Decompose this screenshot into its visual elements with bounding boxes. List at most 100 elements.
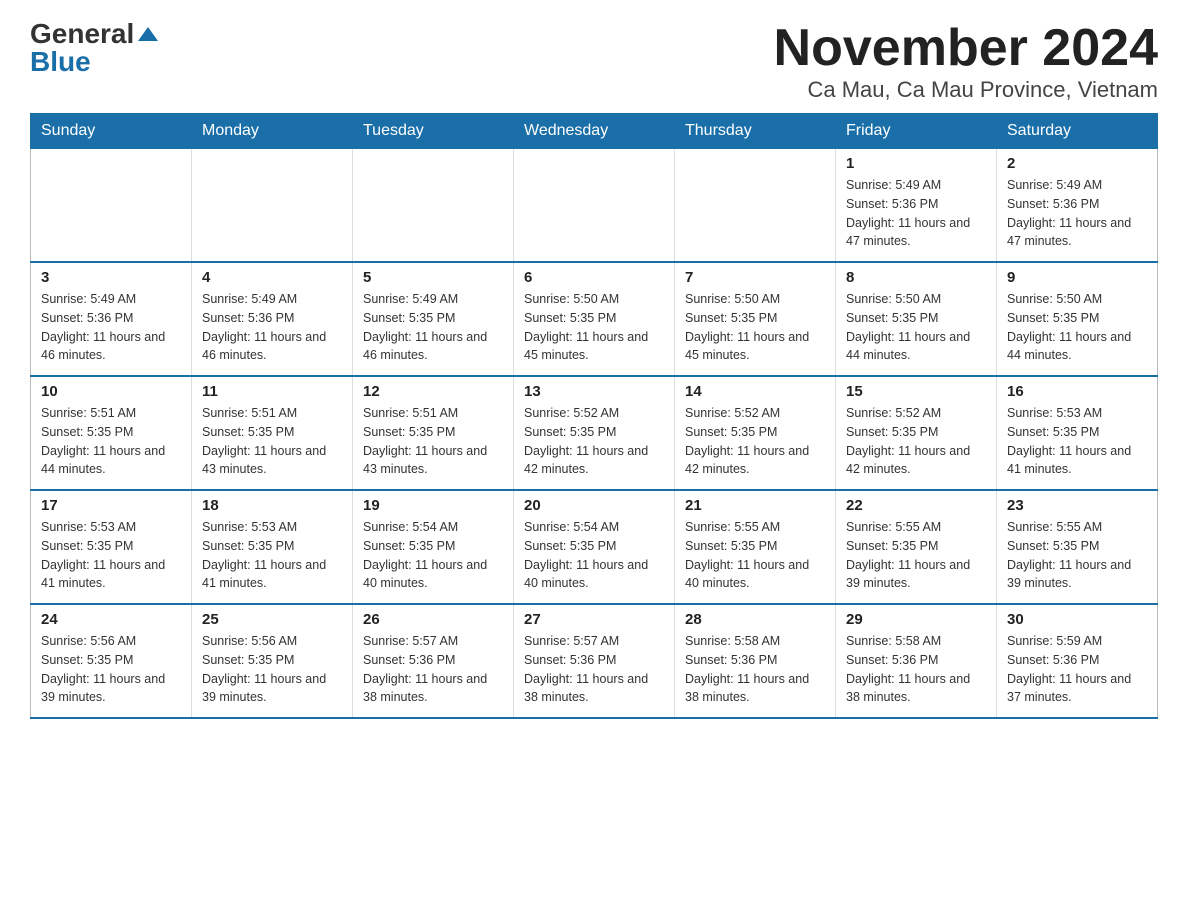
day-info: Sunrise: 5:51 AM Sunset: 5:35 PM Dayligh… xyxy=(202,404,342,479)
calendar-day-cell: 1 Sunrise: 5:49 AM Sunset: 5:36 PM Daylig… xyxy=(836,149,997,263)
day-info: Sunrise: 5:49 AM Sunset: 5:36 PM Dayligh… xyxy=(846,176,986,251)
day-of-week-header: Tuesday xyxy=(353,114,514,149)
day-number: 28 xyxy=(685,611,825,628)
calendar-week-row: 24 Sunrise: 5:56 AM Sunset: 5:35 PM Dayli… xyxy=(31,604,1158,718)
calendar-week-row: 3 Sunrise: 5:49 AM Sunset: 5:36 PM Daylig… xyxy=(31,262,1158,376)
calendar-day-cell: 11 Sunrise: 5:51 AM Sunset: 5:35 PM Dayli… xyxy=(192,376,353,490)
day-number: 15 xyxy=(846,383,986,400)
day-info: Sunrise: 5:53 AM Sunset: 5:35 PM Dayligh… xyxy=(41,518,181,593)
calendar-header: SundayMondayTuesdayWednesdayThursdayFrid… xyxy=(31,114,1158,149)
day-info: Sunrise: 5:57 AM Sunset: 5:36 PM Dayligh… xyxy=(363,632,503,707)
calendar-day-cell: 18 Sunrise: 5:53 AM Sunset: 5:35 PM Dayli… xyxy=(192,490,353,604)
day-number: 10 xyxy=(41,383,181,400)
page-header: General Blue November 2024 Ca Mau, Ca Ma… xyxy=(30,20,1158,103)
day-number: 21 xyxy=(685,497,825,514)
day-number: 29 xyxy=(846,611,986,628)
day-info: Sunrise: 5:50 AM Sunset: 5:35 PM Dayligh… xyxy=(524,290,664,365)
day-number: 26 xyxy=(363,611,503,628)
calendar-day-cell: 8 Sunrise: 5:50 AM Sunset: 5:35 PM Daylig… xyxy=(836,262,997,376)
calendar-day-cell: 20 Sunrise: 5:54 AM Sunset: 5:35 PM Dayli… xyxy=(514,490,675,604)
day-number: 3 xyxy=(41,269,181,286)
day-info: Sunrise: 5:52 AM Sunset: 5:35 PM Dayligh… xyxy=(846,404,986,479)
day-info: Sunrise: 5:49 AM Sunset: 5:36 PM Dayligh… xyxy=(202,290,342,365)
day-info: Sunrise: 5:51 AM Sunset: 5:35 PM Dayligh… xyxy=(41,404,181,479)
calendar-day-cell xyxy=(192,149,353,263)
calendar-day-cell xyxy=(675,149,836,263)
calendar-day-cell xyxy=(31,149,192,263)
calendar-day-cell: 29 Sunrise: 5:58 AM Sunset: 5:36 PM Dayli… xyxy=(836,604,997,718)
day-number: 19 xyxy=(363,497,503,514)
calendar-day-cell: 24 Sunrise: 5:56 AM Sunset: 5:35 PM Dayli… xyxy=(31,604,192,718)
calendar-body: 1 Sunrise: 5:49 AM Sunset: 5:36 PM Daylig… xyxy=(31,149,1158,719)
day-number: 27 xyxy=(524,611,664,628)
calendar-day-cell: 4 Sunrise: 5:49 AM Sunset: 5:36 PM Daylig… xyxy=(192,262,353,376)
calendar-day-cell: 9 Sunrise: 5:50 AM Sunset: 5:35 PM Daylig… xyxy=(997,262,1158,376)
calendar-day-cell: 16Sunrise: 5:53 AM Sunset: 5:35 PM Dayli… xyxy=(997,376,1158,490)
day-info: Sunrise: 5:56 AM Sunset: 5:35 PM Dayligh… xyxy=(41,632,181,707)
calendar-day-cell: 10 Sunrise: 5:51 AM Sunset: 5:35 PM Dayli… xyxy=(31,376,192,490)
day-info: Sunrise: 5:54 AM Sunset: 5:35 PM Dayligh… xyxy=(524,518,664,593)
title-block: November 2024 Ca Mau, Ca Mau Province, V… xyxy=(774,20,1158,103)
day-info: Sunrise: 5:51 AM Sunset: 5:35 PM Dayligh… xyxy=(363,404,503,479)
day-number: 5 xyxy=(363,269,503,286)
day-info: Sunrise: 5:50 AM Sunset: 5:35 PM Dayligh… xyxy=(685,290,825,365)
day-info: Sunrise: 5:50 AM Sunset: 5:35 PM Dayligh… xyxy=(1007,290,1147,365)
calendar-day-cell: 13 Sunrise: 5:52 AM Sunset: 5:35 PM Dayli… xyxy=(514,376,675,490)
day-of-week-header: Monday xyxy=(192,114,353,149)
day-number: 24 xyxy=(41,611,181,628)
logo: General Blue xyxy=(30,20,158,76)
calendar-day-cell: 7Sunrise: 5:50 AM Sunset: 5:35 PM Daylig… xyxy=(675,262,836,376)
calendar-week-row: 1 Sunrise: 5:49 AM Sunset: 5:36 PM Daylig… xyxy=(31,149,1158,263)
day-number: 11 xyxy=(202,383,342,400)
day-info: Sunrise: 5:55 AM Sunset: 5:35 PM Dayligh… xyxy=(1007,518,1147,593)
calendar-day-cell xyxy=(353,149,514,263)
day-of-week-header: Saturday xyxy=(997,114,1158,149)
calendar-day-cell: 30Sunrise: 5:59 AM Sunset: 5:36 PM Dayli… xyxy=(997,604,1158,718)
calendar-day-cell: 25 Sunrise: 5:56 AM Sunset: 5:35 PM Dayli… xyxy=(192,604,353,718)
calendar-table: SundayMondayTuesdayWednesdayThursdayFrid… xyxy=(30,113,1158,719)
day-info: Sunrise: 5:53 AM Sunset: 5:35 PM Dayligh… xyxy=(1007,404,1147,479)
calendar-day-cell: 12Sunrise: 5:51 AM Sunset: 5:35 PM Dayli… xyxy=(353,376,514,490)
day-info: Sunrise: 5:49 AM Sunset: 5:36 PM Dayligh… xyxy=(1007,176,1147,251)
day-info: Sunrise: 5:53 AM Sunset: 5:35 PM Dayligh… xyxy=(202,518,342,593)
day-info: Sunrise: 5:50 AM Sunset: 5:35 PM Dayligh… xyxy=(846,290,986,365)
day-info: Sunrise: 5:57 AM Sunset: 5:36 PM Dayligh… xyxy=(524,632,664,707)
day-info: Sunrise: 5:49 AM Sunset: 5:35 PM Dayligh… xyxy=(363,290,503,365)
day-number: 25 xyxy=(202,611,342,628)
logo-blue-text: Blue xyxy=(30,48,91,76)
logo-general-text: General xyxy=(30,20,134,48)
day-of-week-header: Friday xyxy=(836,114,997,149)
day-info: Sunrise: 5:49 AM Sunset: 5:36 PM Dayligh… xyxy=(41,290,181,365)
calendar-week-row: 10 Sunrise: 5:51 AM Sunset: 5:35 PM Dayli… xyxy=(31,376,1158,490)
day-info: Sunrise: 5:58 AM Sunset: 5:36 PM Dayligh… xyxy=(685,632,825,707)
day-of-week-header: Wednesday xyxy=(514,114,675,149)
calendar-day-cell: 26 Sunrise: 5:57 AM Sunset: 5:36 PM Dayli… xyxy=(353,604,514,718)
day-info: Sunrise: 5:59 AM Sunset: 5:36 PM Dayligh… xyxy=(1007,632,1147,707)
day-number: 20 xyxy=(524,497,664,514)
day-number: 17 xyxy=(41,497,181,514)
day-of-week-header: Sunday xyxy=(31,114,192,149)
day-number: 18 xyxy=(202,497,342,514)
calendar-day-cell: 15 Sunrise: 5:52 AM Sunset: 5:35 PM Dayli… xyxy=(836,376,997,490)
day-number: 4 xyxy=(202,269,342,286)
day-info: Sunrise: 5:55 AM Sunset: 5:35 PM Dayligh… xyxy=(846,518,986,593)
day-info: Sunrise: 5:58 AM Sunset: 5:36 PM Dayligh… xyxy=(846,632,986,707)
day-number: 1 xyxy=(846,155,986,172)
day-number: 8 xyxy=(846,269,986,286)
calendar-day-cell: 3 Sunrise: 5:49 AM Sunset: 5:36 PM Daylig… xyxy=(31,262,192,376)
day-info: Sunrise: 5:55 AM Sunset: 5:35 PM Dayligh… xyxy=(685,518,825,593)
logo-triangle-icon xyxy=(138,27,158,41)
day-number: 23 xyxy=(1007,497,1147,514)
calendar-day-cell: 21 Sunrise: 5:55 AM Sunset: 5:35 PM Dayli… xyxy=(675,490,836,604)
calendar-day-cell: 6Sunrise: 5:50 AM Sunset: 5:35 PM Daylig… xyxy=(514,262,675,376)
day-info: Sunrise: 5:52 AM Sunset: 5:35 PM Dayligh… xyxy=(685,404,825,479)
day-header-row: SundayMondayTuesdayWednesdayThursdayFrid… xyxy=(31,114,1158,149)
page-subtitle: Ca Mau, Ca Mau Province, Vietnam xyxy=(774,77,1158,103)
day-info: Sunrise: 5:56 AM Sunset: 5:35 PM Dayligh… xyxy=(202,632,342,707)
calendar-day-cell: 17 Sunrise: 5:53 AM Sunset: 5:35 PM Dayli… xyxy=(31,490,192,604)
day-number: 13 xyxy=(524,383,664,400)
calendar-day-cell xyxy=(514,149,675,263)
day-number: 22 xyxy=(846,497,986,514)
day-info: Sunrise: 5:52 AM Sunset: 5:35 PM Dayligh… xyxy=(524,404,664,479)
day-number: 9 xyxy=(1007,269,1147,286)
